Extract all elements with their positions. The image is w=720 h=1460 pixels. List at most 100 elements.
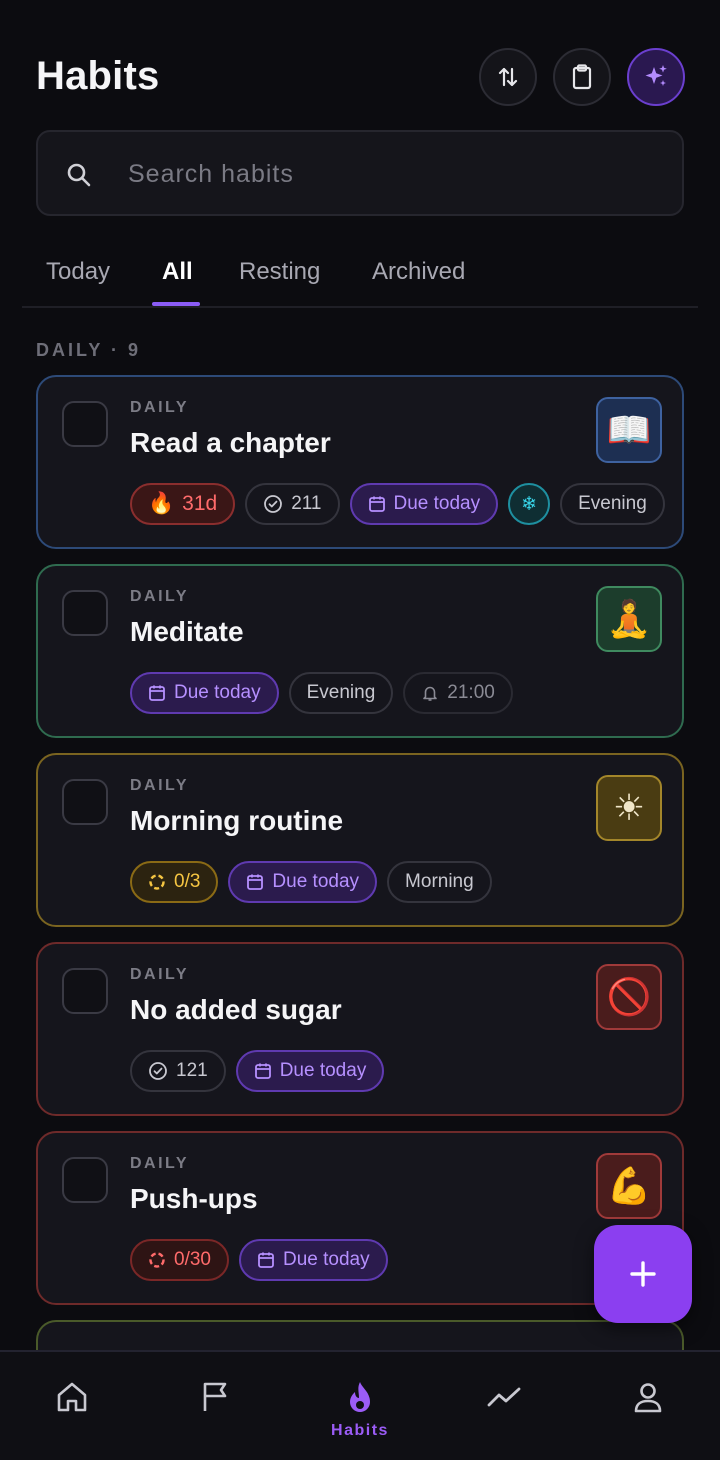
habit-chips: 0/3 Due today Morning <box>130 861 492 903</box>
clipboard-button[interactable] <box>553 48 611 106</box>
habit-card[interactable]: DAILY Meditate 🧘 Due today Evening 21:00 <box>36 564 684 738</box>
calendar-icon <box>247 874 264 890</box>
progress-chip: 0/3 <box>130 861 219 903</box>
tab-archived[interactable]: Archived <box>372 258 465 286</box>
due-chip: Due today <box>349 483 499 525</box>
habit-chips: 0/30 Due today <box>130 1239 388 1281</box>
habit-chips: Due today Evening 21:00 <box>130 672 513 714</box>
due-chip: Due today <box>238 1239 388 1281</box>
habit-card[interactable]: DAILY Push-ups 💪 0/30 Due today <box>36 1131 684 1305</box>
habit-card[interactable]: DAILY Morning routine ☀ 0/3 Due today Mo… <box>36 753 684 927</box>
tab-resting[interactable]: Resting <box>239 258 320 286</box>
time-of-day-chip: Evening <box>288 672 394 714</box>
completions-value: 211 <box>291 493 322 514</box>
habit-frequency: DAILY <box>130 966 190 983</box>
completions-value: 121 <box>176 1060 208 1081</box>
progress-value: 0/3 <box>174 871 201 892</box>
habit-frequency: DAILY <box>130 588 190 605</box>
nav-habits[interactable]: Habits <box>288 1352 432 1460</box>
habit-name: Push-ups <box>130 1183 258 1214</box>
header: Habits <box>36 46 685 108</box>
bell-icon <box>423 686 438 701</box>
habit-checkbox[interactable] <box>62 779 108 825</box>
sort-arrows-icon <box>498 67 518 87</box>
nav-home[interactable] <box>0 1352 144 1460</box>
sort-button[interactable] <box>479 48 537 106</box>
nav-goals[interactable] <box>144 1352 288 1460</box>
freeze-chip: ❄ <box>508 483 551 525</box>
completions-chip: 211 <box>245 483 340 525</box>
habit-checkbox[interactable] <box>62 590 108 636</box>
add-habit-button[interactable] <box>594 1225 692 1323</box>
bottom-nav: Habits <box>0 1350 720 1460</box>
habit-name: Meditate <box>130 616 244 647</box>
calendar-icon <box>368 496 385 512</box>
nav-profile[interactable] <box>576 1352 720 1460</box>
due-label: Due today <box>174 682 261 703</box>
time-of-day-chip: Morning <box>387 861 492 903</box>
habit-frequency: DAILY <box>130 777 190 794</box>
progress-ring-icon <box>149 1252 165 1268</box>
habit-frequency: DAILY <box>130 399 190 416</box>
progress-chip: 0/30 <box>130 1239 229 1281</box>
habit-chips: 🔥 31d 211 Due today ❄ Evening <box>130 483 665 525</box>
streak-value: 31d <box>182 492 218 515</box>
habit-card[interactable]: DAILY No added sugar 🚫 121 Due today <box>36 942 684 1116</box>
flag-icon <box>203 1382 227 1411</box>
calendar-icon <box>149 685 165 701</box>
habit-chips: 121 Due today <box>130 1050 385 1092</box>
tab-all[interactable]: All <box>162 258 193 286</box>
progress-ring-icon <box>149 874 165 890</box>
streak-chip: 🔥 31d <box>130 483 236 525</box>
progress-value: 0/30 <box>174 1249 211 1270</box>
snowflake-icon: ❄ <box>521 493 538 515</box>
nav-stats[interactable] <box>432 1352 576 1460</box>
ai-assistant-button[interactable] <box>627 48 685 106</box>
flexed-biceps-icon: 💪 <box>596 1153 662 1219</box>
due-chip: Due today <box>235 1050 385 1092</box>
due-chip: Due today <box>130 672 279 714</box>
habit-checkbox[interactable] <box>62 968 108 1014</box>
habit-checkbox[interactable] <box>62 1157 108 1203</box>
flame-icon <box>350 1382 370 1412</box>
habit-name: Read a chapter <box>130 427 331 458</box>
plus-icon <box>630 1261 656 1287</box>
sun-icon: ☀ <box>596 775 662 841</box>
sparkles-icon <box>645 65 667 86</box>
search-bar <box>36 130 684 216</box>
habit-card[interactable]: DAILY Read a chapter 📖 🔥 31d 211 Due tod… <box>36 375 684 549</box>
due-label: Due today <box>282 1249 370 1270</box>
prohibited-icon: 🚫 <box>596 964 662 1030</box>
habit-checkbox[interactable] <box>62 401 108 447</box>
time-of-day-chip: Evening <box>560 483 665 525</box>
book-icon: 📖 <box>596 397 662 463</box>
due-label: Due today <box>279 1060 367 1081</box>
calendar-icon <box>258 1252 274 1268</box>
due-label: Due today <box>272 871 360 892</box>
section-label: DAILY · 9 <box>36 340 142 360</box>
meditation-icon: 🧘 <box>596 586 662 652</box>
due-label: Due today <box>393 493 481 514</box>
reminder-chip: 21:00 <box>403 672 513 714</box>
habit-name: Morning routine <box>130 805 344 836</box>
clipboard-icon <box>572 64 592 90</box>
check-circle-icon <box>149 1062 167 1080</box>
check-circle-icon <box>264 495 283 513</box>
profile-icon <box>634 1383 662 1413</box>
tab-today[interactable]: Today <box>46 258 110 286</box>
habit-name: No added sugar <box>130 994 342 1025</box>
home-icon <box>57 1382 87 1412</box>
reminder-time: 21:00 <box>447 682 495 703</box>
due-chip: Due today <box>228 861 378 903</box>
completions-chip: 121 <box>130 1050 226 1092</box>
flame-icon: 🔥 <box>148 492 175 515</box>
tab-bar: Today All Resting Archived <box>22 250 698 308</box>
habit-frequency: DAILY <box>130 1155 190 1172</box>
search-input[interactable] <box>128 152 648 196</box>
nav-habits-label: Habits <box>331 1422 389 1439</box>
search-icon <box>67 163 91 187</box>
trend-icon <box>487 1387 521 1407</box>
active-tab-indicator <box>152 302 200 306</box>
calendar-icon <box>254 1063 271 1079</box>
page-title: Habits <box>36 54 160 98</box>
